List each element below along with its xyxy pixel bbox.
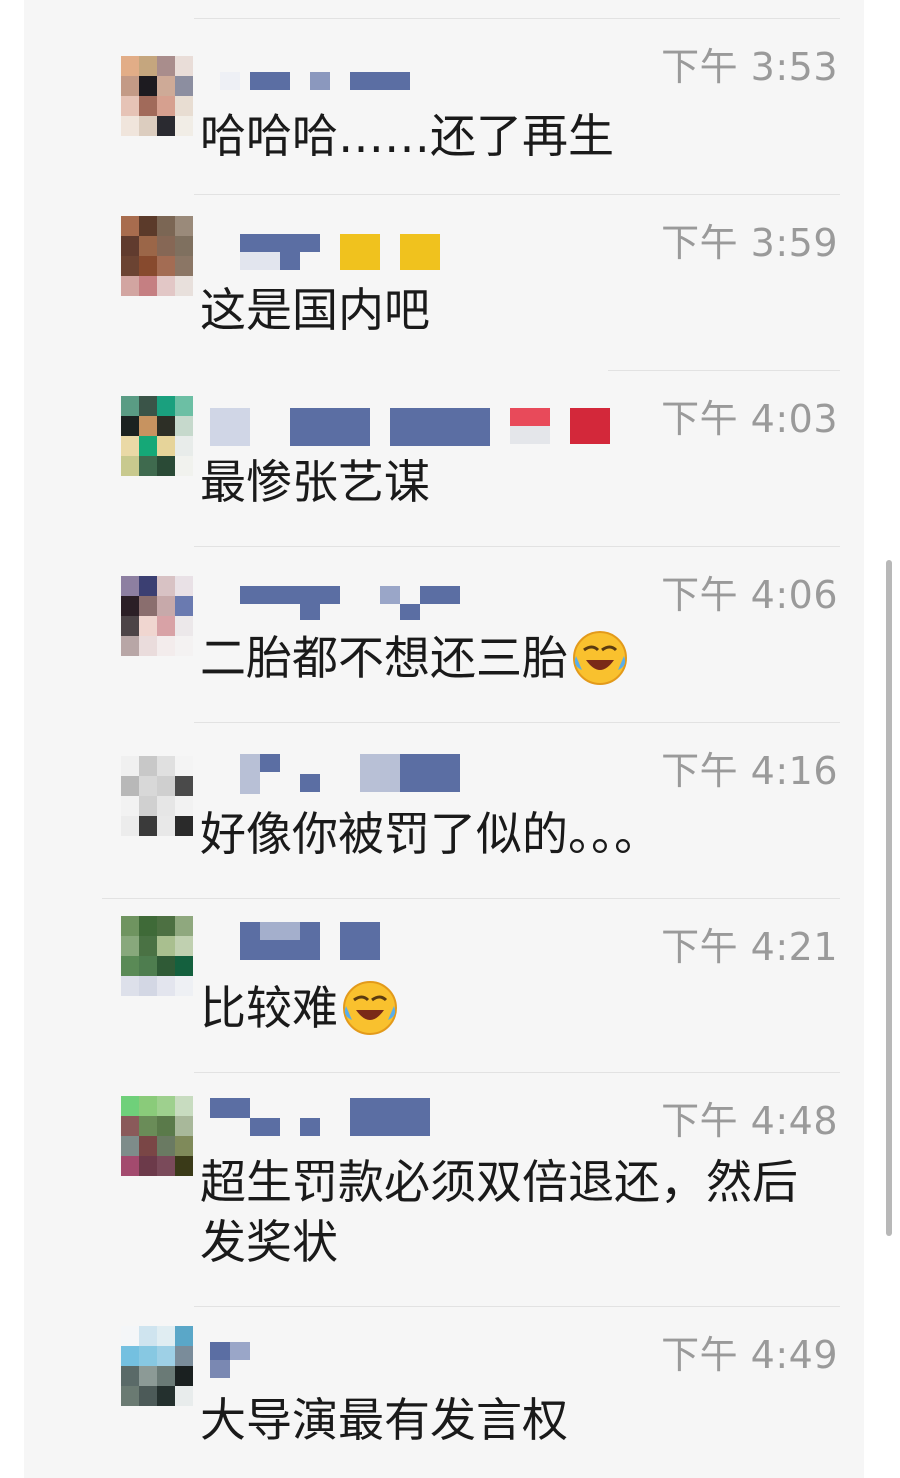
message-text-content: 超生罚款必须双倍退还，然后发奖状 [200, 1155, 798, 1269]
message-time: 下午 4:49 [661, 1333, 838, 1377]
message-item[interactable]: 下午 4:16 好像你被罚了似的。。。 [24, 722, 864, 898]
message-time: 下午 4:06 [661, 573, 838, 617]
message-item[interactable]: 下午 4:48 超生罚款必须双倍退还，然后发奖状 [24, 1072, 864, 1306]
sender-name-blurred [210, 922, 630, 962]
message-divider [194, 546, 840, 547]
message-item[interactable]: 下午 4:49 大导演最有发言权 [24, 1306, 864, 1478]
message-text-content: 好像你被罚了似的。。。 [200, 807, 660, 861]
avatar[interactable] [121, 56, 193, 136]
message-text: 超生罚款必须双倍退还，然后发奖状 [200, 1152, 800, 1272]
message-divider [194, 18, 840, 19]
message-text: 比较难 [200, 978, 810, 1038]
avatar[interactable] [121, 756, 193, 836]
avatar[interactable] [121, 916, 193, 996]
chat-panel: 下午 3:53 哈哈哈……还了再生 下午 3:59 这是国内吧 下午 4:03 … [24, 0, 864, 1478]
avatar[interactable] [121, 1326, 193, 1406]
message-item[interactable]: 下午 3:59 这是国内吧 [24, 194, 864, 370]
message-divider [194, 1072, 840, 1073]
sender-name-blurred [210, 408, 630, 448]
message-time: 下午 4:21 [661, 925, 838, 969]
message-item[interactable]: 下午 4:03 最惨张艺谋 [24, 370, 864, 546]
avatar[interactable] [121, 216, 193, 296]
message-text-content: 二胎都不想还三胎 [200, 631, 568, 685]
message-time: 下午 4:48 [661, 1099, 838, 1143]
message-text: 哈哈哈……还了再生 [200, 106, 810, 166]
message-text: 最惨张艺谋 [200, 452, 810, 512]
message-text-content: 大导演最有发言权 [200, 1393, 568, 1447]
sender-name-blurred [210, 754, 630, 794]
avatar[interactable] [121, 1096, 193, 1176]
message-item[interactable]: 下午 3:53 哈哈哈……还了再生 [24, 18, 864, 194]
message-text-content: 最惨张艺谋 [200, 455, 430, 509]
message-text-content: 比较难 [200, 981, 338, 1035]
sender-name-blurred [210, 1098, 630, 1138]
message-time: 下午 3:53 [661, 45, 838, 89]
message-text-content: 这是国内吧 [200, 283, 430, 337]
message-divider [194, 722, 840, 723]
message-item[interactable]: 下午 4:06 二胎都不想还三胎 [24, 546, 864, 722]
laughing-crying-face-icon [573, 631, 627, 685]
sender-name-blurred [210, 230, 630, 270]
message-text: 大导演最有发言权 [200, 1390, 810, 1450]
vertical-scrollbar[interactable] [886, 560, 892, 1236]
sender-name-blurred [210, 1342, 630, 1382]
sender-name-blurred [210, 62, 630, 102]
message-divider [102, 898, 840, 899]
avatar[interactable] [121, 396, 193, 476]
message-divider [194, 1306, 840, 1307]
message-text: 二胎都不想还三胎 [200, 628, 810, 688]
message-divider [608, 370, 840, 371]
message-text: 好像你被罚了似的。。。 [200, 804, 810, 864]
message-text: 这是国内吧 [200, 280, 810, 340]
avatar[interactable] [121, 576, 193, 656]
laughing-crying-face-icon [343, 981, 397, 1035]
message-divider [194, 194, 840, 195]
message-time: 下午 4:16 [661, 749, 838, 793]
message-time: 下午 4:03 [661, 397, 838, 441]
message-time: 下午 3:59 [661, 221, 838, 265]
sender-name-blurred [210, 582, 630, 622]
message-text-content: 哈哈哈……还了再生 [200, 109, 614, 163]
message-item[interactable]: 下午 4:21 比较难 [24, 898, 864, 1074]
